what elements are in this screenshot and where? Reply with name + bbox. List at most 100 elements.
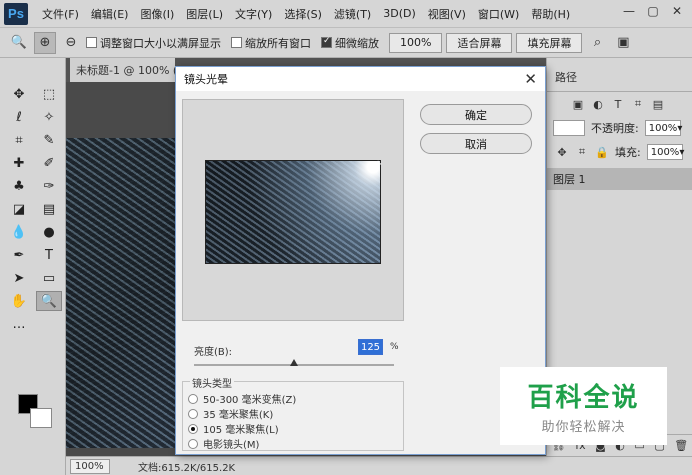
menu-view[interactable]: 视图(V) <box>422 6 472 22</box>
lock-position-icon[interactable]: ✥ <box>555 146 569 159</box>
ok-button[interactable]: 确定 <box>420 104 532 125</box>
zoom-out-icon[interactable]: ⊖ <box>60 32 82 54</box>
resize-window-checkbox[interactable] <box>86 37 97 48</box>
scrubby-zoom-label: 细微缩放 <box>335 36 379 50</box>
fit-screen-button[interactable]: 适合屏幕 <box>446 32 513 53</box>
fill-input[interactable]: 100% ▾ <box>646 144 685 160</box>
document-info[interactable]: 文档:615.2K/615.2K <box>138 459 235 474</box>
fill-screen-button[interactable]: 填充屏幕 <box>516 32 583 53</box>
chevron-down-icon: ▾ <box>677 122 683 134</box>
lens-option-zoom[interactable]: 50-300 毫米变焦(Z) <box>188 391 296 406</box>
menu-bar: Ps 文件(F) 编辑(E) 图像(I) 图层(L) 文字(Y) 选择(S) 滤… <box>0 0 692 28</box>
zoom-all-checkbox[interactable] <box>231 37 242 48</box>
history-brush-tool-icon[interactable]: ✑ <box>36 176 62 196</box>
menu-image[interactable]: 图像(I) <box>134 6 180 22</box>
zoom-tool-icon[interactable]: 🔍 <box>8 32 30 54</box>
brightness-slider-thumb[interactable] <box>290 359 298 366</box>
zoom-tool-active-icon[interactable]: 🔍 <box>36 291 62 311</box>
lens-radio-2[interactable] <box>188 423 198 434</box>
zoom-in-icon[interactable]: ⊕ <box>34 31 56 54</box>
dodge-tool-icon[interactable]: ● <box>36 222 62 242</box>
trash-icon[interactable]: 🗑 <box>674 439 688 452</box>
close-icon[interactable]: ✕ <box>524 70 537 88</box>
lens-option-label: 电影镜头(M) <box>203 440 260 451</box>
canvas-area[interactable] <box>66 82 176 456</box>
close-window-icon[interactable]: ✕ <box>666 2 688 20</box>
lens-radio-1[interactable] <box>188 408 198 419</box>
background-color-swatch[interactable] <box>30 408 52 428</box>
fill-label: 填充: <box>615 146 641 159</box>
status-zoom-input[interactable]: 100% <box>70 458 110 474</box>
menu-3d[interactable]: 3D(D) <box>377 7 422 20</box>
cancel-button[interactable]: 取消 <box>420 133 532 154</box>
restore-icon[interactable]: ▢ <box>642 2 664 20</box>
lens-flare-dialog: 镜头光晕 ✕ + 确定 取消 亮度(B): 125 % 镜头类型 50-300 … <box>175 66 546 455</box>
gradient-tool-icon[interactable]: ▤ <box>36 199 62 219</box>
pen-tool-icon[interactable]: ✒ <box>6 245 32 265</box>
resize-window-option[interactable]: 调整窗口大小以满屏显示 <box>86 35 221 51</box>
blur-tool-icon[interactable]: 💧 <box>6 222 32 242</box>
opacity-value: 100% <box>648 122 678 134</box>
zoom-100-button[interactable]: 100% <box>389 32 443 53</box>
flare-center-crosshair-icon[interactable]: + <box>374 159 382 170</box>
brush-tool-icon[interactable]: ✐ <box>36 153 62 173</box>
type-tool-icon[interactable]: T <box>36 245 62 265</box>
zoom-all-option[interactable]: 缩放所有窗口 <box>231 35 311 51</box>
menu-layer[interactable]: 图层(L) <box>180 6 229 22</box>
menu-type[interactable]: 文字(Y) <box>229 6 278 22</box>
dialog-title: 镜头光晕 <box>176 67 545 91</box>
more-tools-icon[interactable]: … <box>6 314 32 334</box>
tab-paths[interactable]: 路径 <box>555 69 577 91</box>
filter-type-icon[interactable]: T <box>611 98 625 111</box>
opacity-input[interactable]: 100% ▾ <box>644 120 683 136</box>
menu-help[interactable]: 帮助(H) <box>525 6 576 22</box>
lock-all-icon[interactable]: 🔒 <box>595 146 609 159</box>
document-tab[interactable]: 未标题-1 @ 100% (图 <box>70 58 175 82</box>
healing-brush-tool-icon[interactable]: ✚ <box>6 153 32 173</box>
menu-filter[interactable]: 滤镜(T) <box>328 6 377 22</box>
search-icon[interactable]: ⌕ <box>586 32 608 54</box>
flare-preview[interactable]: + <box>205 159 382 264</box>
magic-wand-tool-icon[interactable]: ✧ <box>36 107 62 127</box>
eyedropper-tool-icon[interactable]: ✎ <box>36 130 62 150</box>
menu-file[interactable]: 文件(F) <box>36 6 85 22</box>
lasso-tool-icon[interactable]: ℓ <box>6 107 32 127</box>
path-selection-tool-icon[interactable]: ➤ <box>6 268 32 288</box>
watermark-title: 百科全说 <box>527 383 640 413</box>
lens-radio-3[interactable] <box>188 438 198 449</box>
clone-stamp-tool-icon[interactable]: ♣ <box>6 176 32 196</box>
hand-tool-icon[interactable]: ✋ <box>6 291 32 311</box>
crop-tool-icon[interactable]: ⌗ <box>6 130 32 150</box>
menu-edit[interactable]: 编辑(E) <box>85 6 135 22</box>
brightness-input[interactable]: 125 <box>358 339 383 355</box>
scrubby-zoom-checkbox[interactable] <box>321 36 332 48</box>
status-bar: 100% 文档:615.2K/615.2K <box>66 456 692 475</box>
rectangle-tool-icon[interactable]: ▭ <box>36 268 62 288</box>
filter-image-icon[interactable]: ▣ <box>571 98 585 111</box>
move-tool-icon[interactable]: ✥ <box>6 84 32 104</box>
brightness-unit: % <box>390 342 399 352</box>
workspace-icon[interactable]: ▣ <box>612 32 634 54</box>
filter-smart-object-icon[interactable]: ▤ <box>651 98 665 111</box>
menu-window[interactable]: 窗口(W) <box>472 6 525 22</box>
marquee-tool-icon[interactable]: ⬚ <box>36 84 62 104</box>
photoshop-logo: Ps <box>4 2 28 25</box>
lens-type-label: 镜头类型 <box>190 375 234 390</box>
scrubby-zoom-option[interactable]: 细微缩放 <box>321 35 379 51</box>
filter-shape-icon[interactable]: ⌗ <box>631 97 645 111</box>
preview-panel: + <box>182 99 404 321</box>
layer-item[interactable]: 图层 1 <box>547 168 692 190</box>
blend-mode-select[interactable] <box>553 120 585 136</box>
menu-select[interactable]: 选择(S) <box>278 6 328 22</box>
lens-option-35mm[interactable]: 35 毫米聚焦(K) <box>188 406 273 421</box>
lens-option-105mm[interactable]: 105 毫米聚焦(L) <box>188 421 279 436</box>
chevron-down-icon: ▾ <box>679 146 685 158</box>
lens-radio-0[interactable] <box>188 393 198 404</box>
eraser-tool-icon[interactable]: ◪ <box>6 199 32 219</box>
lens-option-label: 35 毫米聚焦(K) <box>203 410 274 421</box>
lens-option-movie[interactable]: 电影镜头(M) <box>188 436 259 451</box>
filter-adjustment-icon[interactable]: ◐ <box>591 98 605 111</box>
lock-artboard-icon[interactable]: ⌗ <box>575 145 589 159</box>
minimize-icon[interactable]: — <box>618 2 640 20</box>
fill-value: 100% <box>650 146 680 158</box>
